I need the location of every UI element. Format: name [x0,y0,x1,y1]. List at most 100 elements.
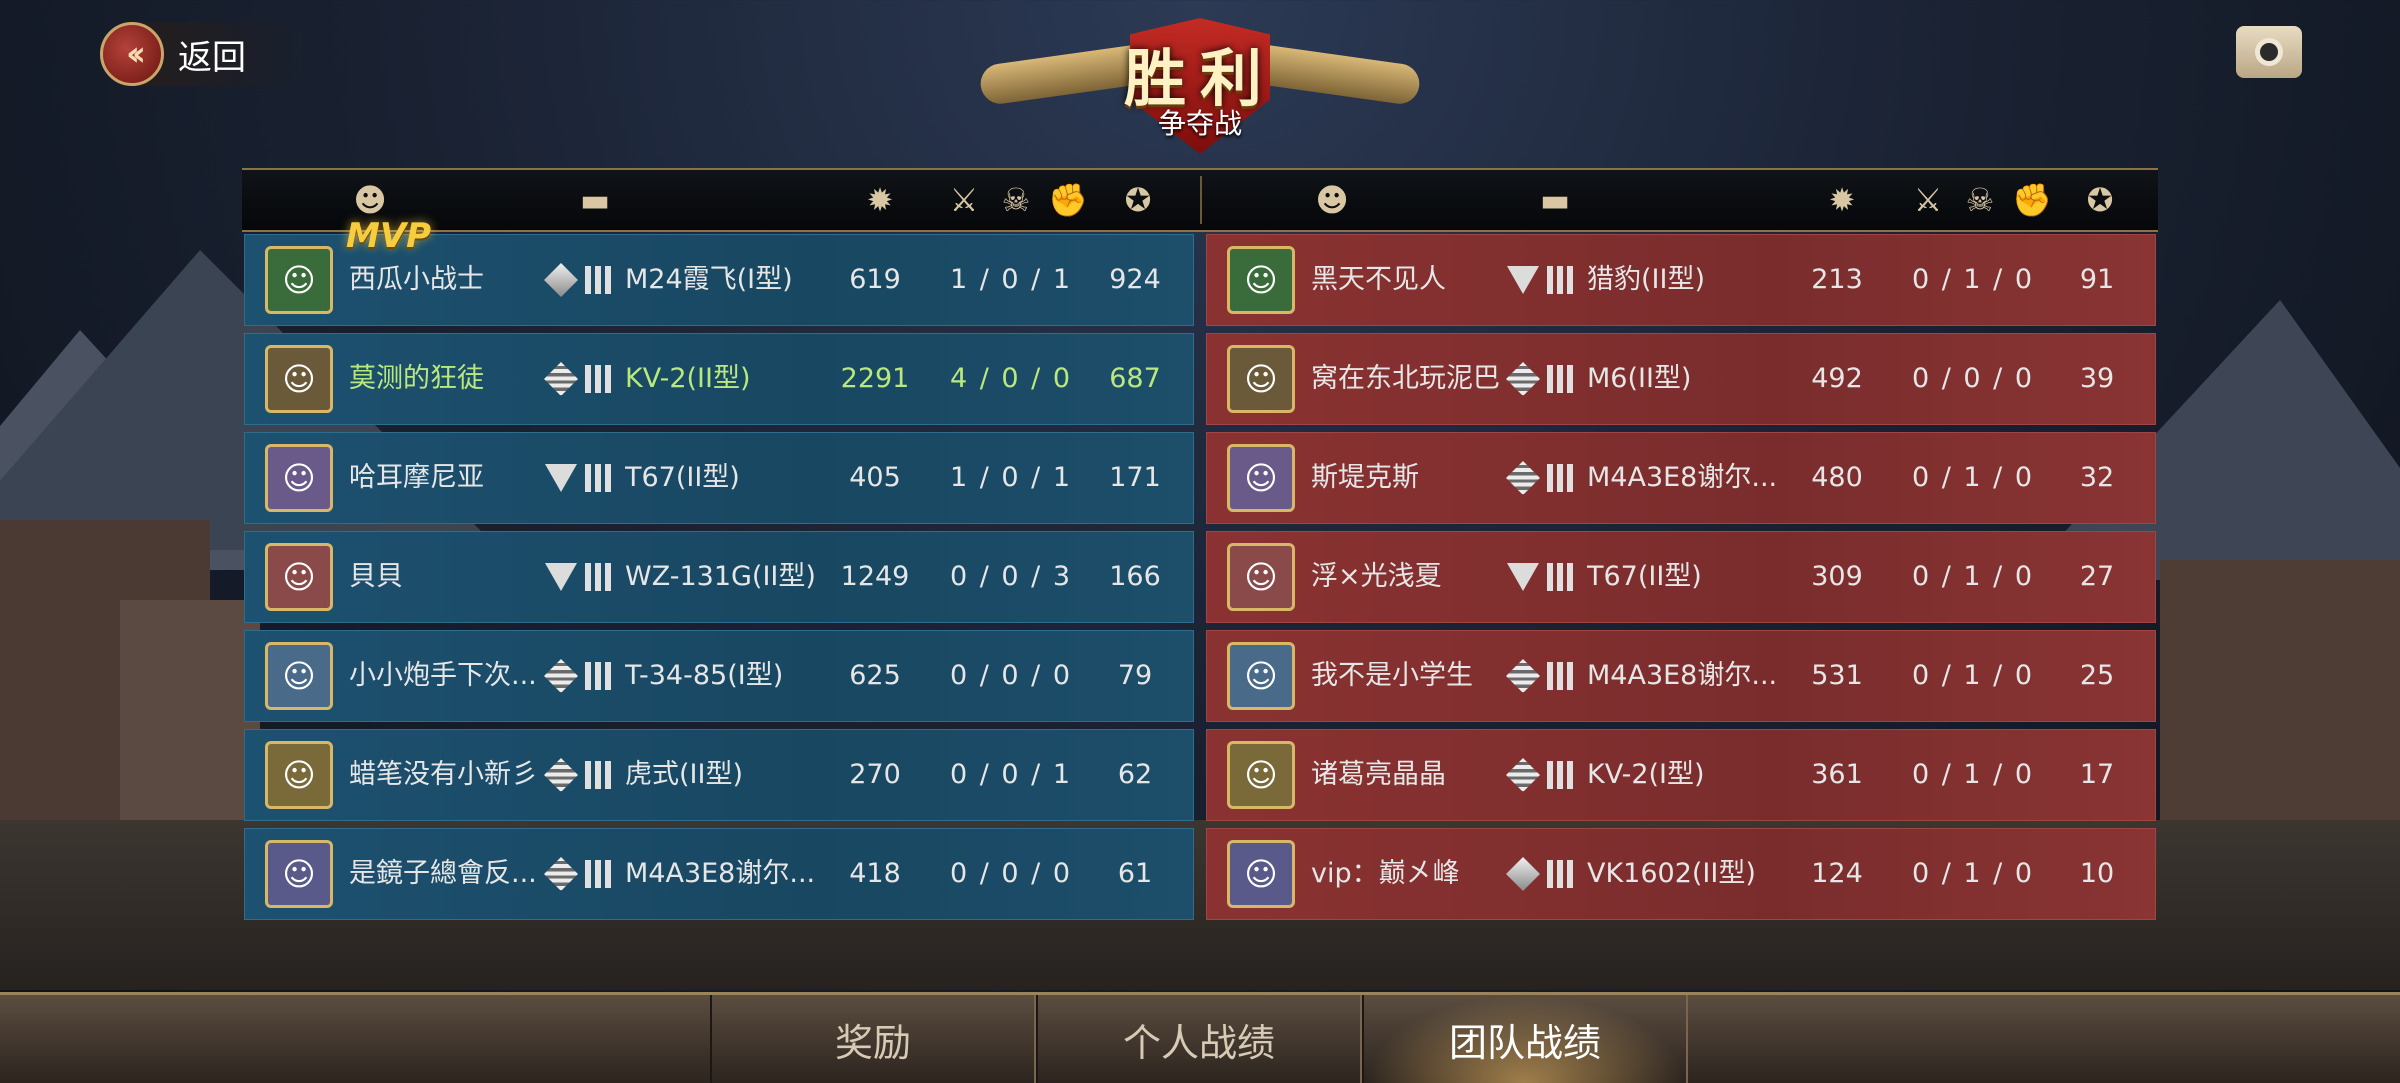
back-label: 返回 [178,37,246,78]
player-row[interactable]: ☺ 窝在东北玩泥巴 M6(II型) 492 0 / 0 / 0 39 [1206,333,2156,425]
rank-stripes-icon [1506,461,1540,495]
kda-value: 0 / 0 / 1 [949,759,1071,790]
score-value: 17 [2079,759,2115,790]
score-value: 924 [1109,264,1161,295]
kda-value: 0 / 1 / 0 [1911,660,2033,691]
tier-bars-icon [1547,563,1575,591]
damage-value: 270 [849,759,901,790]
right-team-list: ☺ 黑天不见人 猎豹(II型) 213 0 / 1 / 0 91 ☺ 窝在东北玩泥巴 M6(II… [1206,234,2156,927]
kda-value: 0 / 1 / 0 [1911,561,2033,592]
player-name: 小小炮手下次... [349,660,537,691]
player-avatar[interactable]: ☺ [265,246,333,314]
screenshot-button[interactable] [2236,26,2302,78]
player-name: 莫测的狂徒 [349,363,484,394]
player-row[interactable]: ☺ 蜡笔没有小新彡 虎式(II型) 270 0 / 0 / 1 62 [244,729,1194,821]
kda-value: 0 / 1 / 0 [1911,264,2033,295]
kda-value: 0 / 0 / 0 [949,858,1071,889]
player-avatar[interactable]: ☺ [1227,246,1295,314]
rank-diamond-icon [544,263,578,297]
player-name: vip：巅㐅峰 [1311,858,1460,889]
player-avatar[interactable]: ☺ [1227,642,1295,710]
tier-bars-icon [1547,266,1575,294]
tank-icon: ▬ [1539,181,1571,219]
player-name: 斯堤克斯 [1311,462,1419,493]
player-icon: ☻ [1315,181,1349,219]
kda-value: 0 / 0 / 3 [949,561,1071,592]
tier-bars-icon [585,860,613,888]
player-row[interactable]: ☺ 我不是小学生 M4A3E8谢尔... 531 0 / 1 / 0 25 [1206,630,2156,722]
score-value: 25 [2079,660,2115,691]
team-divider [1200,176,1202,224]
tier-bars-icon [1547,464,1575,492]
tier-bars-icon [585,464,613,492]
player-row[interactable]: ☺ 诸葛亮晶晶 KV-2(I型) 361 0 / 1 / 0 17 [1206,729,2156,821]
damage-value: 619 [849,264,901,295]
kills-icon: ⚔ [949,181,979,219]
mvp-badge: MVP [346,216,432,256]
player-name: 黑天不见人 [1311,264,1446,295]
rank-stripes-icon [544,362,578,396]
player-row[interactable]: ☺ vip：巅㐅峰 VK1602(II型) 124 0 / 1 / 0 10 [1206,828,2156,920]
tank-name: M4A3E8谢尔... [625,858,816,889]
tank-name: M24霞飞(I型) [625,264,793,295]
rank-diamond-icon [1506,857,1540,891]
victory-emblem: 胜利 争夺战 [970,14,1430,154]
player-avatar[interactable]: ☺ [265,444,333,512]
camera-icon [2255,38,2283,66]
mode-subtitle: 争夺战 [1157,107,1242,140]
tab-rewards[interactable]: 奖励 [710,995,1036,1083]
tank-name: T67(II型) [625,462,740,493]
player-avatar[interactable]: ☺ [265,642,333,710]
player-avatar[interactable]: ☺ [1227,345,1295,413]
player-row[interactable]: ☺ 貝貝 WZ-131G(II型) 1249 0 / 0 / 3 166 [244,531,1194,623]
player-avatar[interactable]: ☺ [1227,444,1295,512]
damage-value: 405 [849,462,901,493]
player-name: 我不是小学生 [1311,660,1473,691]
player-row[interactable]: ☺ 浮×光浅夏 T67(II型) 309 0 / 1 / 0 27 [1206,531,2156,623]
player-row[interactable]: ☺ 黑天不见人 猎豹(II型) 213 0 / 1 / 0 91 [1206,234,2156,326]
tier-bars-icon [585,761,613,789]
kda-value: 1 / 0 / 1 [949,462,1071,493]
tank-name: M4A3E8谢尔... [1587,660,1778,691]
tank-name: T67(II型) [1587,561,1702,592]
damage-value: 213 [1811,264,1863,295]
tank-name: VK1602(II型) [1587,858,1756,889]
damage-icon: ✹ [866,181,894,219]
player-avatar[interactable]: ☺ [1227,840,1295,908]
player-row[interactable]: ☺ 斯堤克斯 M4A3E8谢尔... 480 0 / 1 / 0 32 [1206,432,2156,524]
damage-value: 492 [1811,363,1863,394]
damage-value: 309 [1811,561,1863,592]
tier-bars-icon [585,266,613,294]
player-name: 浮×光浅夏 [1311,561,1442,592]
assists-icon: ✊ [2012,181,2052,219]
tier-bars-icon [1547,365,1575,393]
tab-personal-record[interactable]: 个人战绩 [1036,995,1362,1083]
kda-value: 4 / 0 / 0 [949,363,1071,394]
player-avatar[interactable]: ☺ [265,543,333,611]
tank-name: 虎式(II型) [625,759,743,790]
rank-stripes-icon [1506,362,1540,396]
player-avatar[interactable]: ☺ [1227,741,1295,809]
rank-triangle-icon [1507,561,1539,593]
tank-name: T-34-85(I型) [625,660,784,691]
kda-value: 0 / 1 / 0 [1911,858,2033,889]
player-name: 蜡笔没有小新彡 [349,759,538,790]
tank-icon: ▬ [579,181,611,219]
background-building [120,600,260,820]
player-avatar[interactable]: ☺ [265,741,333,809]
player-row[interactable]: ☺ 是鏡子總會反... M4A3E8谢尔... 418 0 / 0 / 0 61 [244,828,1194,920]
assists-icon: ✊ [1048,181,1088,219]
damage-value: 625 [849,660,901,691]
tank-name: KV-2(I型) [1587,759,1705,790]
player-row[interactable]: ☺ 莫测的狂徒 KV-2(II型) 2291 4 / 0 / 0 687 [244,333,1194,425]
player-avatar[interactable]: ☺ [265,345,333,413]
player-row[interactable]: ☺ 小小炮手下次... T-34-85(I型) 625 0 / 0 / 0 79 [244,630,1194,722]
tier-bars-icon [585,662,613,690]
back-button[interactable]: ‹‹ 返回 [100,22,310,86]
player-avatar[interactable]: ☺ [1227,543,1295,611]
player-row[interactable]: ☺ 哈耳摩尼亚 T67(II型) 405 1 / 0 / 1 171 [244,432,1194,524]
player-name: 是鏡子總會反... [349,858,537,889]
player-avatar[interactable]: ☺ [265,840,333,908]
damage-value: 1249 [840,561,910,592]
tab-team-record[interactable]: 团队战绩 [1362,995,1688,1083]
